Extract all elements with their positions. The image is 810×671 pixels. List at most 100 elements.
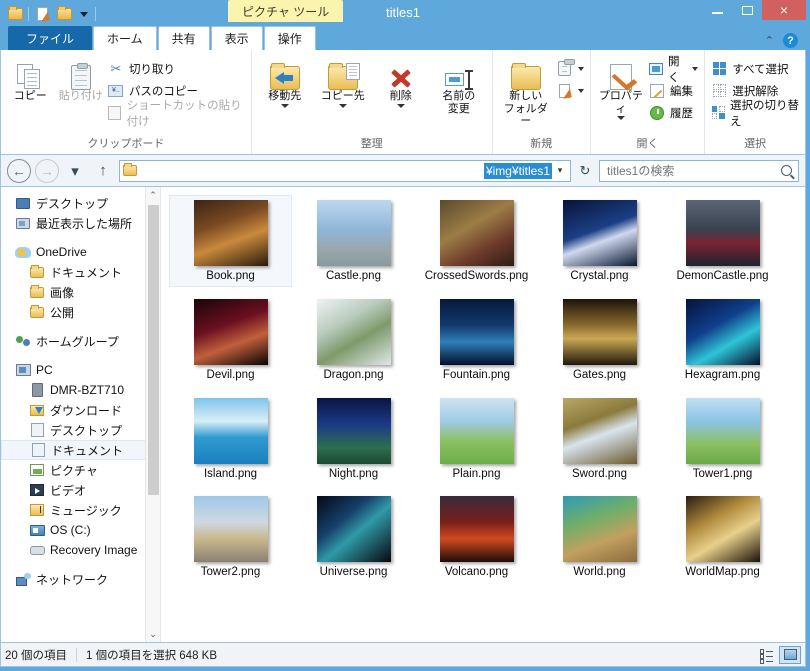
tab-home[interactable]: ホーム <box>93 26 157 50</box>
sidebar-item-label: OneDrive <box>36 245 87 259</box>
sidebar-item-dmr-bzt710[interactable]: DMR-BZT710 <box>1 380 160 400</box>
picture-tools-tab[interactable]: ピクチャ ツール <box>228 0 344 22</box>
file-item[interactable]: Tower1.png <box>661 393 784 485</box>
properties-caret-icon[interactable] <box>616 116 625 121</box>
sidebar-item-[interactable]: ドキュメント <box>1 262 160 282</box>
paste-shortcut-button[interactable]: ショートカットの貼り付け <box>108 100 245 128</box>
open-button[interactable]: 開く <box>649 56 699 84</box>
properties-button[interactable]: プロパティ <box>597 54 645 121</box>
search-input[interactable]: titles1の検索 <box>607 162 781 179</box>
sidebar-item-[interactable]: ビデオ <box>1 480 160 500</box>
sidebar-item-[interactable]: ミュージック <box>1 500 160 520</box>
sidebar-item-[interactable]: 画像 <box>1 282 160 302</box>
file-item[interactable]: Tower2.png <box>169 491 292 583</box>
new-folder-button[interactable]: 新しい フォルダー <box>499 54 553 128</box>
open-caret-icon[interactable] <box>692 66 699 71</box>
minimize-button[interactable] <box>702 0 732 20</box>
sidebar-item-[interactable]: ドキュメント <box>1 440 160 460</box>
file-item[interactable]: Island.png <box>169 393 292 485</box>
sidebar-item-os-c[interactable]: OS (C:) <box>1 520 160 540</box>
address-path[interactable]: ¥img¥titles1 <box>141 162 552 179</box>
file-item[interactable]: Castle.png <box>292 195 415 287</box>
qat-new-folder-icon[interactable] <box>55 6 73 22</box>
sidebar-item-[interactable]: デスクトップ <box>1 193 160 213</box>
large-icons-view-button[interactable] <box>779 645 801 664</box>
sidebar-item-recovery-image[interactable]: Recovery Image <box>1 540 160 560</box>
sidebar-item-[interactable]: ピクチャ <box>1 460 160 480</box>
collapse-ribbon-icon[interactable]: ⌃ <box>765 34 774 47</box>
maximize-button[interactable] <box>732 0 762 20</box>
close-button[interactable]: × <box>762 0 806 20</box>
select-all-button[interactable]: すべて選択 <box>711 59 799 78</box>
tab-share[interactable]: 共有 <box>157 26 210 50</box>
file-item[interactable]: Gates.png <box>538 294 661 386</box>
refresh-button[interactable]: ↻ <box>575 163 595 179</box>
tab-view[interactable]: 表示 <box>210 26 263 50</box>
file-item[interactable]: Hexagram.png <box>661 294 784 386</box>
file-item[interactable]: Crystal.png <box>538 195 661 287</box>
copy-to-caret-icon[interactable] <box>338 103 347 108</box>
search-box[interactable]: titles1の検索 <box>599 159 799 182</box>
file-item[interactable]: WorldMap.png <box>661 491 784 583</box>
copy-to-button[interactable]: コピー先 <box>316 54 370 108</box>
cut-button[interactable]: ✂ 切り取り <box>108 59 245 78</box>
qat-dropdown-icon[interactable] <box>80 11 88 17</box>
file-item[interactable]: Universe.png <box>292 491 415 583</box>
copy-button[interactable]: コピー <box>7 54 53 103</box>
qat-properties-icon[interactable] <box>33 6 51 22</box>
details-view-button[interactable] <box>755 646 777 664</box>
ribbon-group-new: 新しい フォルダー 新規 <box>493 50 591 154</box>
qat-folder-icon[interactable] <box>6 6 24 22</box>
file-item[interactable]: Night.png <box>292 393 415 485</box>
scrollbar-thumb[interactable] <box>147 205 159 495</box>
navigation-pane-scrollbar[interactable]: ⌃ ⌄ <box>145 187 160 642</box>
recent-locations-button[interactable]: ▾ <box>63 159 87 183</box>
new-item-button[interactable] <box>557 59 584 78</box>
rename-button[interactable]: 名前の 変更 <box>432 54 486 115</box>
easy-access-button[interactable] <box>557 81 584 100</box>
sidebar-item-pc[interactable]: PC <box>1 360 160 380</box>
invert-selection-button[interactable]: 選択の切り替え <box>711 100 799 128</box>
quick-access-toolbar[interactable] <box>0 3 96 25</box>
navigation-pane[interactable]: デスクトップ 最近表示した場所 OneDrive ドキュメント 画像 公開ホームグループ P… <box>1 187 161 642</box>
sidebar-item-[interactable]: ホームグループ <box>1 331 160 351</box>
file-item[interactable]: CrossedSwords.png <box>415 195 538 287</box>
file-item[interactable]: Sword.png <box>538 393 661 485</box>
file-item[interactable]: Book.png <box>169 195 292 287</box>
delete-caret-icon[interactable] <box>396 103 405 108</box>
forward-button[interactable]: → <box>35 158 59 183</box>
help-icon[interactable]: ? <box>783 33 798 48</box>
tab-file[interactable]: ファイル <box>8 26 93 50</box>
history-label: 履歴 <box>670 107 694 120</box>
address-bar[interactable]: ¥img¥titles1 ▾ <box>119 159 571 182</box>
file-item[interactable]: DemonCastle.png <box>661 195 784 287</box>
file-item[interactable]: Plain.png <box>415 393 538 485</box>
move-to-caret-icon[interactable] <box>280 103 289 108</box>
new-item-caret-icon[interactable] <box>577 66 584 71</box>
file-item[interactable]: Fountain.png <box>415 294 538 386</box>
edit-button[interactable]: 編集 <box>649 81 698 100</box>
sidebar-item-[interactable]: ネットワーク <box>1 569 160 589</box>
sidebar-item-[interactable]: ダウンロード <box>1 400 160 420</box>
scroll-up-icon[interactable]: ⌃ <box>149 187 157 203</box>
easy-access-caret-icon[interactable] <box>577 88 584 93</box>
file-list-view[interactable]: Book.png Castle.png CrossedSwords.png Cryst… <box>161 187 805 642</box>
sidebar-item-onedrive[interactable]: OneDrive <box>1 242 160 262</box>
sidebar-item-[interactable]: 公開 <box>1 302 160 322</box>
search-icon[interactable] <box>781 165 792 176</box>
back-button[interactable]: ← <box>7 158 31 183</box>
file-item[interactable]: Devil.png <box>169 294 292 386</box>
file-item[interactable]: World.png <box>538 491 661 583</box>
sidebar-item-[interactable]: 最近表示した場所 <box>1 213 160 233</box>
delete-button[interactable]: 削除 <box>374 54 428 108</box>
move-to-button[interactable]: 移動先 <box>258 54 312 108</box>
history-button[interactable]: 履歴 <box>649 103 698 122</box>
file-item[interactable]: Volcano.png <box>415 491 538 583</box>
up-button[interactable]: ↑ <box>91 159 115 183</box>
scroll-down-icon[interactable]: ⌄ <box>149 626 157 642</box>
file-item[interactable]: Dragon.png <box>292 294 415 386</box>
paste-button[interactable]: 貼り付け <box>57 54 103 103</box>
tab-manage[interactable]: 操作 <box>263 26 316 50</box>
sidebar-item-[interactable]: デスクトップ <box>1 420 160 440</box>
address-dropdown-icon[interactable]: ▾ <box>552 165 568 176</box>
